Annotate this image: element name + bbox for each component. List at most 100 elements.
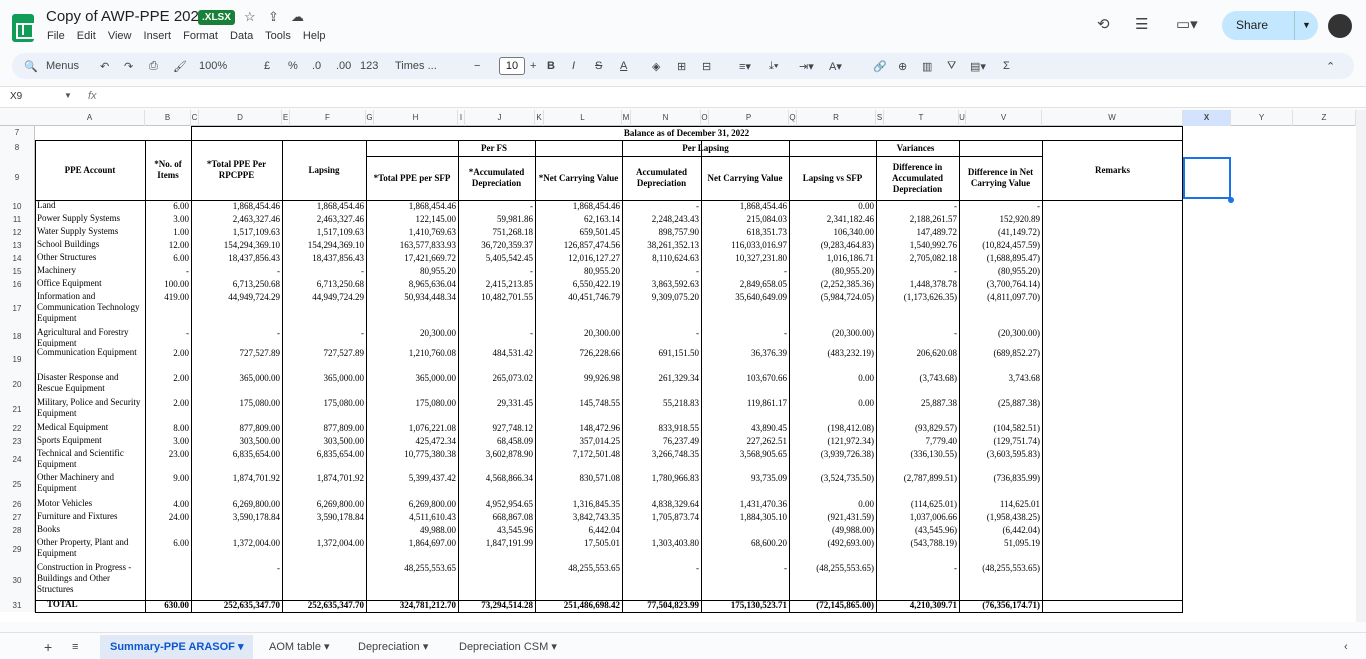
move-icon[interactable]: ⇪ (268, 9, 279, 25)
row-header[interactable]: 31 (0, 599, 35, 612)
column-header[interactable]: B (145, 110, 191, 126)
row-header[interactable]: 14 (0, 252, 35, 265)
row-header[interactable]: 12 (0, 226, 35, 239)
fill-color-icon[interactable]: ◈ (652, 60, 660, 73)
filter-views-icon[interactable]: ▤▾ (970, 60, 986, 73)
text-color-icon[interactable]: A (620, 60, 627, 72)
menu-format[interactable]: Format (183, 30, 218, 42)
row-header[interactable]: 13 (0, 239, 35, 252)
avatar[interactable] (1328, 14, 1352, 38)
fill-handle[interactable] (1228, 197, 1234, 203)
all-sheets-icon[interactable]: ≡ (62, 635, 88, 659)
selected-cell[interactable] (1183, 157, 1231, 199)
tab-depreciation[interactable]: Depreciation ▾ (348, 635, 438, 659)
share-dropdown-icon[interactable]: ▼ (1294, 11, 1318, 40)
paint-format-icon[interactable]: 🖌 (173, 60, 187, 73)
spreadsheet-grid[interactable]: ABCDEFGHIJKLMNOPQRSTUVWXYZ 7 8 9 Balance as… (0, 110, 1356, 622)
row-header[interactable]: 9 (0, 156, 35, 200)
print-icon[interactable]: ⎙ (149, 60, 158, 73)
column-header[interactable]: K (535, 110, 544, 126)
row-header[interactable]: 26 (0, 498, 35, 511)
column-header[interactable]: C (191, 110, 199, 126)
column-header[interactable]: X (1183, 110, 1231, 126)
decrease-font-size-icon[interactable]: − (474, 60, 480, 72)
row-header[interactable]: 23 (0, 435, 35, 448)
column-header[interactable]: W (1042, 110, 1183, 126)
rotate-icon[interactable]: A▾ (829, 60, 842, 73)
row-header[interactable]: 30 (0, 562, 35, 599)
menu-tools[interactable]: Tools (265, 30, 291, 42)
row-header[interactable]: 10 (0, 200, 35, 213)
undo-icon[interactable]: ↶ (100, 60, 109, 73)
menu-data[interactable]: Data (230, 30, 253, 42)
strikethrough-icon[interactable]: S (595, 60, 602, 72)
history-icon[interactable]: ⟲ (1097, 15, 1110, 33)
increase-font-size-icon[interactable]: + (530, 60, 536, 72)
column-header[interactable]: F (290, 110, 366, 126)
explore-icon[interactable]: ‹ (1334, 635, 1358, 659)
menu-insert[interactable]: Insert (144, 30, 172, 42)
name-box[interactable]: X9 (10, 91, 22, 102)
tab-depreciation-csm[interactable]: Depreciation CSM ▾ (449, 635, 567, 659)
name-box-dropdown-icon[interactable]: ▼ (64, 91, 72, 100)
column-header[interactable]: N (631, 110, 701, 126)
font-size-input[interactable]: 10 (499, 57, 525, 75)
menu-view[interactable]: View (108, 30, 132, 42)
column-header[interactable]: M (622, 110, 631, 126)
menus-search[interactable]: Menus (46, 60, 79, 72)
tab-aom-table[interactable]: AOM table ▾ (259, 635, 340, 659)
row-header[interactable]: 24 (0, 448, 35, 472)
column-header[interactable]: G (366, 110, 374, 126)
vertical-scrollbar[interactable] (1356, 110, 1366, 622)
bold-button[interactable]: B (547, 60, 555, 72)
chart-icon[interactable]: ▥ (922, 60, 932, 73)
align-icon[interactable]: ≡▾ (739, 60, 751, 73)
percent-button[interactable]: % (288, 60, 298, 72)
row-header[interactable]: 25 (0, 472, 35, 498)
column-header[interactable]: V (966, 110, 1042, 126)
column-header[interactable]: S (876, 110, 884, 126)
row-header[interactable]: 22 (0, 422, 35, 435)
row-header[interactable]: 7 (0, 126, 35, 140)
column-header[interactable]: U (959, 110, 966, 126)
column-header[interactable]: Z (1293, 110, 1356, 126)
comment-icon[interactable]: ⊕ (898, 60, 907, 73)
borders-icon[interactable]: ⊞ (677, 60, 686, 73)
column-header[interactable]: H (374, 110, 458, 126)
menu-file[interactable]: File (47, 30, 65, 42)
column-header[interactable]: I (458, 110, 465, 126)
menu-edit[interactable]: Edit (77, 30, 96, 42)
add-sheet-icon[interactable]: + (34, 635, 62, 659)
column-header[interactable]: Q (789, 110, 797, 126)
row-header[interactable]: 28 (0, 524, 35, 537)
menu-help[interactable]: Help (303, 30, 326, 42)
column-header[interactable]: T (884, 110, 959, 126)
link-icon[interactable]: 🔗 (873, 60, 887, 73)
row-header[interactable]: 19 (0, 347, 35, 372)
search-menus-icon[interactable]: 🔍 (24, 60, 38, 73)
italic-button[interactable]: I (572, 60, 575, 72)
valign-icon[interactable]: ⤓▾ (769, 60, 778, 73)
row-header[interactable]: 15 (0, 265, 35, 278)
comments-icon[interactable]: ☰ (1135, 15, 1148, 33)
row-header[interactable]: 21 (0, 397, 35, 422)
column-header[interactable]: A (35, 110, 145, 126)
row-header[interactable]: 17 (0, 291, 35, 327)
redo-icon[interactable]: ↷ (124, 60, 133, 73)
collapse-toolbar-icon[interactable]: ⌃ (1326, 60, 1335, 73)
tab-summary-ppe[interactable]: Summary-PPE ARASOF ▾ (100, 635, 254, 659)
row-header[interactable]: 27 (0, 511, 35, 524)
row-header[interactable]: 20 (0, 372, 35, 397)
column-header[interactable]: P (709, 110, 789, 126)
functions-icon[interactable]: Σ (1003, 60, 1010, 72)
row-header[interactable]: 16 (0, 278, 35, 291)
column-header[interactable]: L (544, 110, 622, 126)
wrap-icon[interactable]: ⇥▾ (799, 60, 814, 73)
share-button[interactable]: Share ▼ (1222, 11, 1318, 40)
number-format-button[interactable]: 123 (360, 60, 378, 72)
currency-button[interactable]: £ (264, 60, 270, 72)
column-header[interactable]: O (701, 110, 709, 126)
star-icon[interactable]: ☆ (244, 9, 256, 25)
merge-icon[interactable]: ⊟ (702, 60, 711, 73)
column-header[interactable]: R (797, 110, 876, 126)
